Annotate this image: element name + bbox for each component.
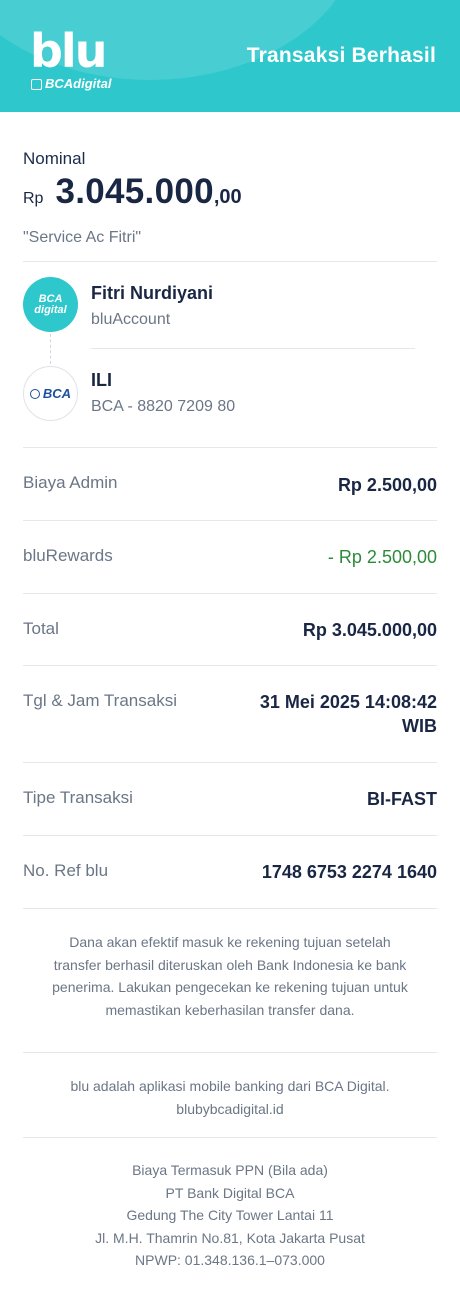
admin-fee-label: Biaya Admin (23, 473, 118, 492)
logo-wordmark: blu (30, 24, 107, 78)
footer-line: Gedung The City Tower Lantai 11 (126, 1207, 334, 1223)
blurewards-value: - Rp 2.500,00 (327, 547, 437, 567)
footer-line: NPWP: 01.348.136.1–073.000 (135, 1252, 325, 1268)
blu-logo: blu BCAdigital (30, 28, 111, 91)
logo-subtitle: BCAdigital (31, 77, 111, 91)
transaction-type-label: Tipe Transaksi (23, 788, 133, 807)
website-link[interactable]: blubybcadigital.id (23, 1098, 437, 1121)
sender-avatar-line2: digital (34, 303, 67, 316)
about-line: blu adalah aplikasi mobile banking dari … (70, 1078, 390, 1094)
receiver-avatar-text: BCA (42, 386, 72, 401)
divider (23, 520, 437, 521)
header-bar: blu BCAdigital Transaksi Berhasil (0, 0, 460, 112)
divider (23, 1052, 437, 1053)
datetime-label: Tgl & Jam Transaksi (23, 691, 177, 710)
admin-fee-value: Rp 2.500,00 (337, 475, 437, 495)
nominal-amount: Rp 3.045.000 ,00 (23, 172, 242, 212)
bca-mark-icon (31, 78, 42, 90)
divider (23, 665, 437, 666)
footer-line: Jl. M.H. Thamrin No.81, Kota Jakarta Pus… (95, 1229, 365, 1246)
bca-logo-icon (29, 388, 40, 399)
total-label: Total (23, 619, 59, 638)
divider (23, 261, 437, 262)
divider (23, 835, 437, 836)
disclaimer-text: Dana akan efektif masuk ke rekening tuju… (23, 931, 437, 1021)
transfer-note: "Service Ac Fitri" (23, 229, 142, 246)
logo-subtitle-text: BCAdigital (45, 76, 112, 91)
disclaimer-line: memastikan keberhasilan transfer dana. (105, 1001, 355, 1018)
nominal-label: Nominal (23, 149, 86, 168)
sender-account: bluAccount (91, 311, 171, 328)
amount-decimals: ,00 (213, 186, 242, 208)
footer-line: Biaya Termasuk PPN (Bila ada) (132, 1162, 328, 1178)
amount-currency: Rp (23, 190, 44, 207)
receiver-avatar: BCA (23, 366, 78, 421)
disclaimer-line: penerima. Lakukan pengecekan ke rekening… (52, 979, 408, 995)
about-text: blu adalah aplikasi mobile banking dari … (23, 1075, 437, 1120)
page-title: Transaksi Berhasil (246, 44, 436, 67)
divider (23, 593, 437, 594)
blurewards-label: bluRewards (23, 546, 113, 565)
footer-line: PT Bank Digital BCA (165, 1184, 295, 1201)
reference-label: No. Ref blu (23, 861, 109, 880)
disclaimer-line: transfer berhasil diteruskan oleh Bank I… (53, 956, 407, 973)
amount-value: 3.045.000 (55, 172, 214, 211)
footer-info: Biaya Termasuk PPN (Bila ada) PT Bank Di… (23, 1159, 437, 1272)
sender-name: Fitri Nurdiyani (91, 283, 214, 303)
receiver-account: BCA - 8820 7209 80 (91, 398, 236, 415)
disclaimer-line: Dana akan efektif masuk ke rekening tuju… (69, 934, 391, 950)
divider (23, 908, 437, 909)
party-divider (91, 348, 415, 349)
datetime-value-date: 31 Mei 2025 14:08:42 (259, 692, 437, 712)
receiver-name: ILI (91, 370, 112, 390)
datetime-value-zone: WIB (402, 716, 437, 736)
divider (23, 1137, 437, 1138)
transaction-type-value: BI-FAST (367, 789, 437, 809)
transfer-connector (50, 334, 51, 364)
sender-avatar: BCA digital (23, 277, 78, 332)
divider (23, 762, 437, 763)
sender-avatar-line1: BCA (38, 292, 63, 305)
total-value: Rp 3.045.000,00 (302, 620, 437, 640)
divider (23, 447, 437, 448)
reference-value: 1748 6753 2274 1640 (261, 862, 437, 882)
